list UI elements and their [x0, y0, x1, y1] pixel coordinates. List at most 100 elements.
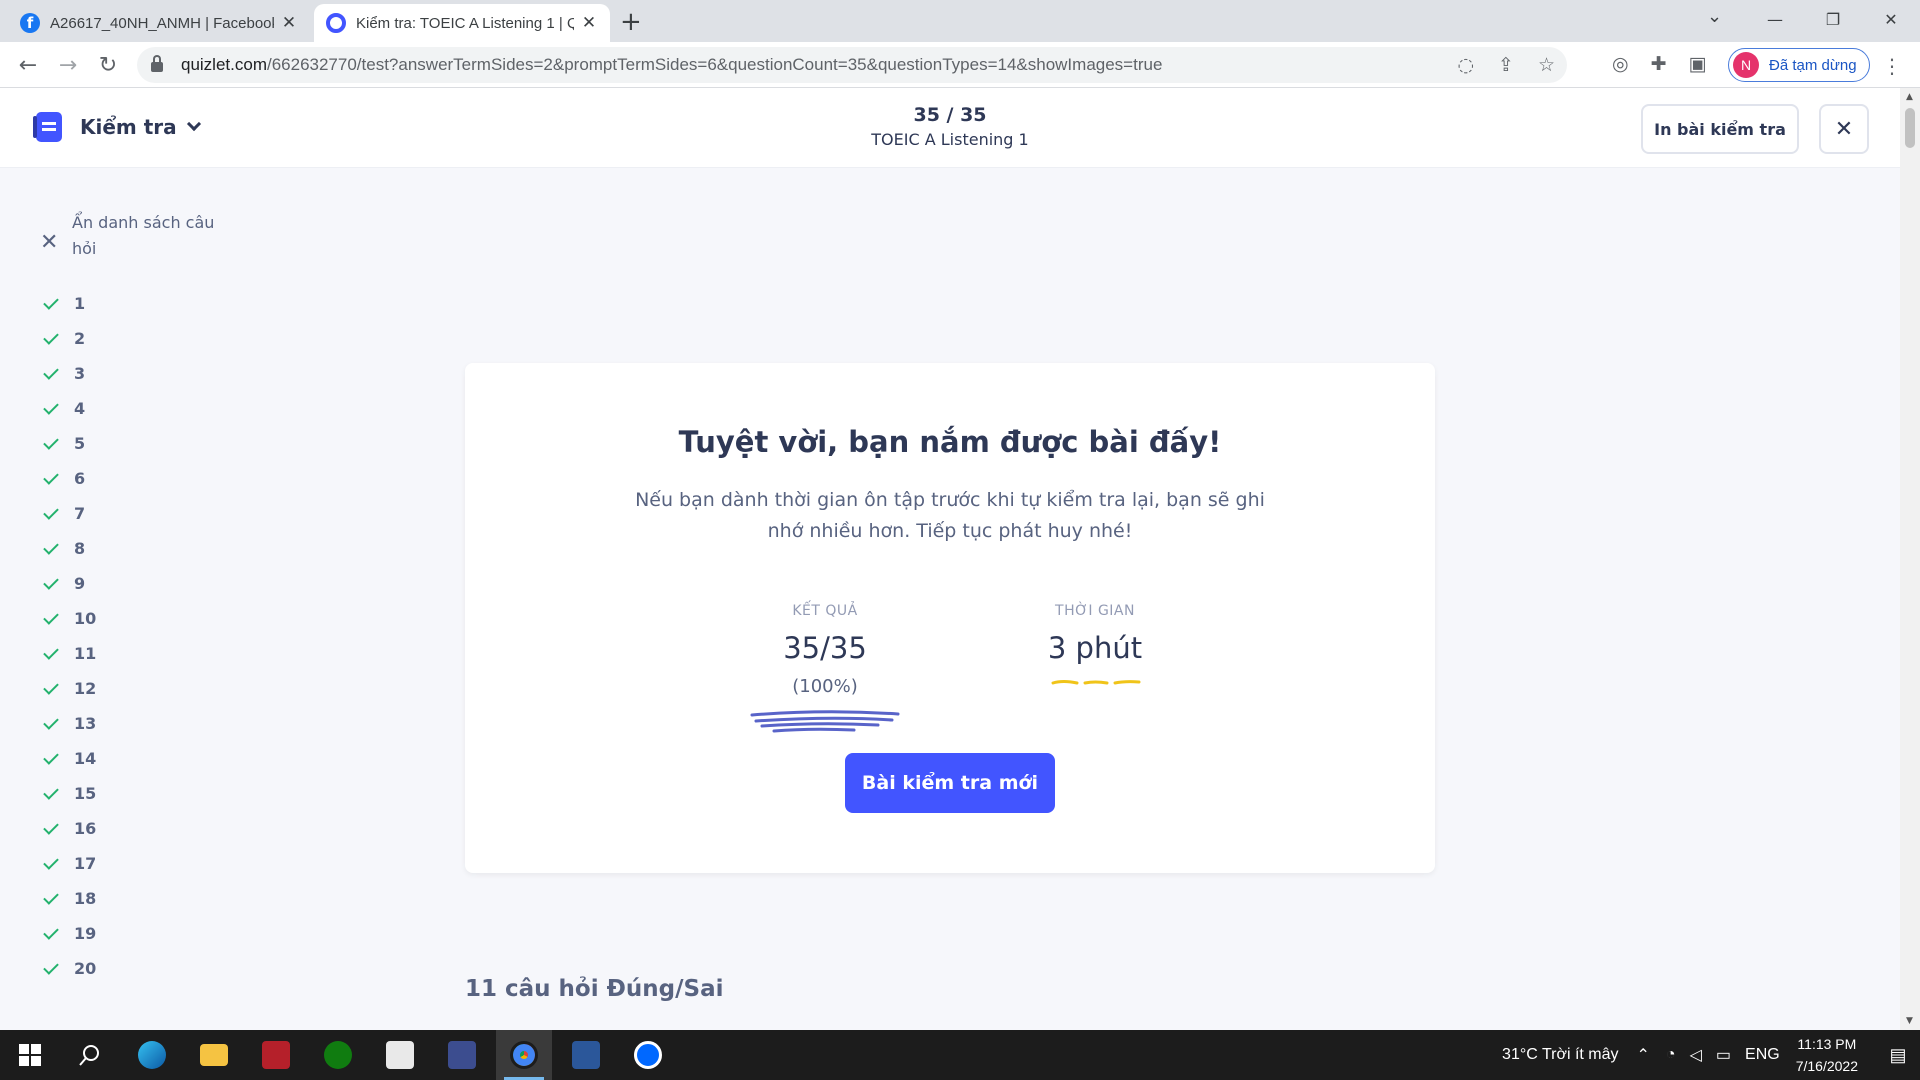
- store-app-icon[interactable]: [372, 1030, 428, 1080]
- volume-icon[interactable]: ◁: [1690, 1045, 1702, 1065]
- question-number: 18: [74, 889, 97, 908]
- chevron-up-icon[interactable]: ⌃: [1637, 1045, 1650, 1065]
- print-test-button[interactable]: In bài kiểm tra: [1641, 104, 1799, 154]
- question-item[interactable]: 7: [40, 496, 250, 531]
- question-number: 17: [74, 854, 97, 873]
- xbox-icon[interactable]: [310, 1030, 366, 1080]
- page-scrollbar[interactable]: ▲ ▼: [1900, 88, 1920, 1030]
- question-item[interactable]: 6: [40, 461, 250, 496]
- question-item[interactable]: 3: [40, 356, 250, 391]
- compass-icon[interactable]: ◎: [1612, 53, 1629, 75]
- bookmark-star-icon[interactable]: ☆: [1538, 54, 1555, 76]
- file-explorer-icon[interactable]: [186, 1030, 242, 1080]
- question-number: 7: [74, 504, 86, 523]
- question-number: 11: [74, 644, 97, 663]
- hide-question-list-button[interactable]: ✕ Ẩn danh sách câu hỏi: [40, 210, 250, 262]
- question-item[interactable]: 20: [40, 951, 250, 986]
- checkmark-icon: [43, 328, 59, 345]
- checkmark-icon: [43, 678, 59, 695]
- question-item[interactable]: 8: [40, 531, 250, 566]
- facebook-icon: f: [20, 13, 40, 33]
- window-close-icon[interactable]: ✕: [1862, 0, 1920, 38]
- progress-count: 35 / 35: [913, 104, 987, 126]
- new-tab-icon[interactable]: +: [620, 7, 642, 37]
- weather-widget[interactable]: 31°C Trời ít mây: [1502, 1046, 1618, 1064]
- test-progress: 35 / 35 TOEIC A Listening 1: [0, 104, 1900, 149]
- notification-icon[interactable]: ▤: [1876, 1045, 1920, 1066]
- search-icon[interactable]: [62, 1030, 118, 1080]
- dev-app-icon[interactable]: [434, 1030, 490, 1080]
- omnibox-icons: ◌ ⇪ ☆: [1457, 54, 1555, 76]
- checkmark-icon: [43, 573, 59, 590]
- question-item[interactable]: 2: [40, 321, 250, 356]
- game-app-icon[interactable]: [248, 1030, 304, 1080]
- share-icon[interactable]: ⇪: [1498, 54, 1514, 76]
- question-item[interactable]: 4: [40, 391, 250, 426]
- url-field[interactable]: quizlet.com/662632770/test?answerTermSid…: [137, 47, 1567, 83]
- question-item[interactable]: 12: [40, 671, 250, 706]
- checkmark-icon: [43, 468, 59, 485]
- question-item[interactable]: 1: [40, 286, 250, 321]
- word-icon[interactable]: [558, 1030, 614, 1080]
- tab-facebook[interactable]: f A26617_40NH_ANMH | Facebook ✕: [8, 4, 310, 42]
- time-stat: THỜI GIAN 3 phút: [1020, 603, 1170, 693]
- edge-icon[interactable]: [124, 1030, 180, 1080]
- clock[interactable]: 11:13 PM 7/16/2022: [1796, 1033, 1858, 1077]
- forward-icon[interactable]: →: [54, 51, 82, 79]
- checkmark-icon: [43, 503, 59, 520]
- new-test-button[interactable]: Bài kiểm tra mới: [845, 753, 1055, 813]
- score-label: KẾT QUẢ: [792, 603, 858, 619]
- checkmark-icon: [43, 433, 59, 450]
- question-item[interactable]: 9: [40, 566, 250, 601]
- question-item[interactable]: 17: [40, 846, 250, 881]
- tab-close-icon[interactable]: ✕: [580, 13, 598, 33]
- window-controls: — ❐ ✕: [1746, 0, 1920, 42]
- question-number: 4: [74, 399, 86, 418]
- question-item[interactable]: 11: [40, 636, 250, 671]
- network-icon[interactable]: ◔: [1666, 1046, 1676, 1064]
- tab-quizlet[interactable]: Kiểm tra: TOEIC A Listening 1 | Quizlet …: [314, 4, 610, 42]
- zalo-icon[interactable]: [620, 1030, 676, 1080]
- tab-search-icon[interactable]: ⌄: [1707, 6, 1722, 27]
- question-item[interactable]: 5: [40, 426, 250, 461]
- reload-icon[interactable]: ↻: [94, 51, 122, 79]
- tab-close-icon[interactable]: ✕: [280, 13, 298, 33]
- question-item[interactable]: 18: [40, 881, 250, 916]
- scrollbar-thumb[interactable]: [1905, 108, 1915, 148]
- question-item[interactable]: 10: [40, 601, 250, 636]
- eye-off-icon[interactable]: ◌: [1457, 54, 1474, 76]
- tab-title: Kiểm tra: TOEIC A Listening 1 | Quizlet: [356, 14, 574, 32]
- side-panel-icon[interactable]: ▣: [1689, 53, 1707, 75]
- scroll-down-icon[interactable]: ▼: [1906, 1016, 1913, 1026]
- clock-time: 11:13 PM: [1797, 1036, 1857, 1052]
- section-title: 11 câu hỏi Đúng/Sai: [465, 976, 724, 1002]
- windows-start-icon[interactable]: [2, 1030, 58, 1080]
- language-indicator[interactable]: ENG: [1745, 1046, 1780, 1064]
- result-card: Tuyệt vời, bạn nắm được bài đấy! Nếu bạn…: [465, 363, 1435, 873]
- profile-button[interactable]: N Đã tạm dừng: [1728, 48, 1870, 82]
- question-item[interactable]: 14: [40, 741, 250, 776]
- close-test-button[interactable]: ✕: [1819, 104, 1869, 154]
- question-number: 13: [74, 714, 97, 733]
- minimize-icon[interactable]: —: [1746, 0, 1804, 38]
- question-item[interactable]: 16: [40, 811, 250, 846]
- restore-icon[interactable]: ❐: [1804, 0, 1862, 38]
- question-sidebar: ✕ Ẩn danh sách câu hỏi 1 2 3 4 5 6 7 8 9 10 11 12 13…: [40, 210, 250, 986]
- question-item[interactable]: 13: [40, 706, 250, 741]
- question-item[interactable]: 19: [40, 916, 250, 951]
- time-value: 3 phút: [1047, 631, 1143, 665]
- chrome-icon[interactable]: [496, 1030, 552, 1080]
- url-text: quizlet.com/662632770/test?answerTermSid…: [181, 55, 1162, 75]
- question-item[interactable]: 15: [40, 776, 250, 811]
- browser-menu-icon[interactable]: ⋮: [1882, 54, 1902, 78]
- windows-taskbar: 31°C Trời ít mây ⌃ ◔ ◁ ▭ ENG 11:13 PM 7/…: [0, 1030, 1920, 1080]
- set-title: TOEIC A Listening 1: [871, 130, 1029, 149]
- puzzle-icon[interactable]: ✚: [1651, 53, 1667, 75]
- checkmark-icon: [43, 713, 59, 730]
- back-icon[interactable]: ←: [14, 51, 42, 79]
- checkmark-icon: [43, 783, 59, 800]
- scroll-up-icon[interactable]: ▲: [1906, 92, 1913, 102]
- battery-icon[interactable]: ▭: [1716, 1045, 1731, 1065]
- checkmark-icon: [43, 923, 59, 940]
- close-icon: ✕: [40, 230, 59, 255]
